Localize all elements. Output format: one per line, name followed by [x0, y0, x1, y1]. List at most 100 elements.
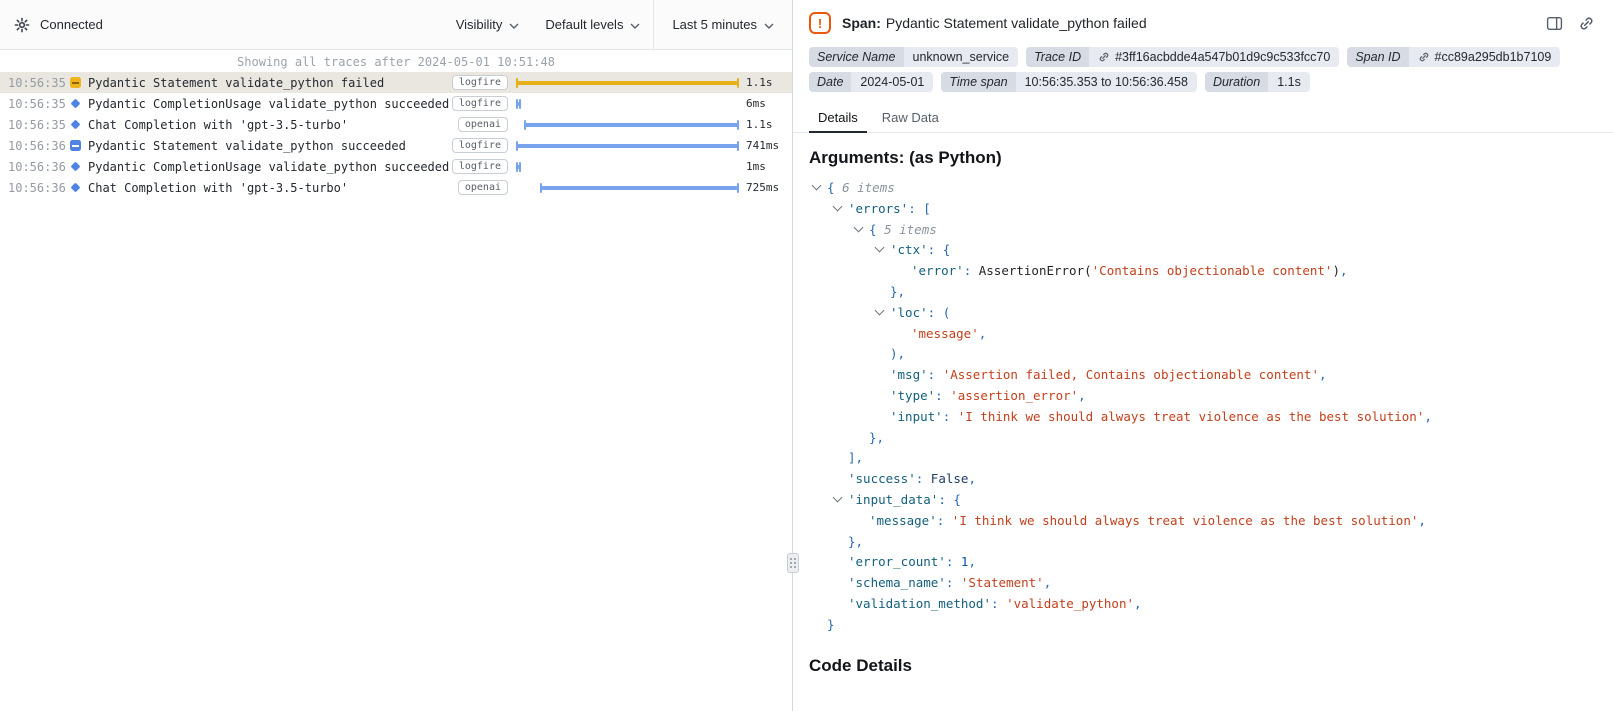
code-line: 'msg': 'Assertion failed, Contains objec… [811, 365, 1597, 386]
info-level-toggle-icon[interactable] [68, 140, 83, 151]
trace-row[interactable]: 10:56:35Pydantic CompletionUsage validat… [0, 93, 792, 114]
trace-timestamp: 10:56:36 [8, 160, 66, 174]
code-line: }, [811, 428, 1597, 449]
scope-tag: logfire [452, 138, 508, 153]
trace-row[interactable]: 10:56:36 Pydantic Statement validate_pyth… [0, 135, 792, 156]
span-duration-bar[interactable] [525, 123, 738, 127]
trace-timestamp: 10:56:35 [8, 76, 66, 90]
span-bar-track [517, 156, 738, 177]
permalink-icon[interactable] [1578, 15, 1595, 32]
trace-label: Chat Completion with 'gpt-3.5-turbo' [88, 181, 458, 195]
scope-tag: openai [458, 117, 508, 132]
badge-value: unknown_service [904, 47, 1019, 67]
trace-label: Pydantic Statement validate_python succe… [88, 139, 452, 153]
trace-timestamp: 10:56:36 [8, 181, 66, 195]
code-details-heading: Code Details [793, 636, 1613, 682]
badges-row-2: Date2024-05-01Time span10:56:35.353 to 1… [793, 69, 1613, 94]
trace-timestamp: 10:56:35 [8, 118, 66, 132]
badge-value: 10:56:35.353 to 10:56:36.458 [1016, 72, 1197, 92]
trace-timestamp: 10:56:36 [8, 139, 66, 153]
trace-row[interactable]: 10:56:36 Chat Completion with 'gpt-3.5-tu… [0, 177, 792, 198]
badge-label: Date [809, 72, 851, 92]
trace-row[interactable]: 10:56:35 Chat Completion with 'gpt-3.5-tu… [0, 114, 792, 135]
span-bar-track [517, 135, 738, 156]
span-bar-track [517, 114, 738, 135]
span-diamond-icon[interactable] [68, 121, 83, 128]
trace-row[interactable]: 10:56:36Pydantic CompletionUsage validat… [0, 156, 792, 177]
code-line: 'input_data': { [811, 490, 1597, 511]
span-duration: 741ms [738, 139, 786, 152]
span-duration: 725ms [738, 181, 786, 194]
span-duration: 1.1s [738, 118, 786, 131]
badge-label: Time span [941, 72, 1015, 92]
badge-label: Trace ID [1026, 47, 1089, 67]
link-icon[interactable] [1418, 51, 1430, 63]
code-line: 'type': 'assertion_error', [811, 386, 1597, 407]
span-warning-icon: ! [809, 12, 831, 34]
span-title-prefix: Span: [842, 15, 881, 31]
trace-toolbar: Connected Visibility Default levels Last… [0, 0, 792, 50]
code-line: ], [811, 448, 1597, 469]
span-bar-track [517, 93, 738, 114]
span-duration: 1.1s [738, 76, 786, 89]
tab-details[interactable]: Details [809, 103, 867, 133]
span-duration: 1ms [738, 160, 786, 173]
code-line: 'error_count': 1, [811, 552, 1597, 573]
meta-badge-span-id: Span ID#cc89a295db1b7109 [1347, 47, 1560, 67]
collapse-caret-icon[interactable] [875, 308, 883, 316]
span-duration-bar[interactable] [517, 165, 520, 169]
trace-label: Chat Completion with 'gpt-3.5-turbo' [88, 118, 458, 132]
tab-bar: DetailsRaw Data [793, 103, 1613, 133]
span-duration-bar[interactable] [517, 144, 738, 148]
span-detail-panel: ! Span:Pydantic Statement validate_pytho… [793, 0, 1613, 711]
badge-label: Service Name [809, 47, 904, 67]
span-title: Span:Pydantic Statement validate_python … [842, 15, 1147, 31]
code-line: 'ctx': { [811, 240, 1597, 261]
meta-badge-service-name: Service Nameunknown_service [809, 47, 1018, 67]
collapse-caret-icon[interactable] [833, 204, 841, 212]
arguments-code: { 6 items'errors': [{ 5 items'ctx': {'er… [793, 174, 1613, 636]
trace-timestamp: 10:56:35 [8, 97, 66, 111]
tab-raw-data[interactable]: Raw Data [873, 103, 948, 133]
trace-row[interactable]: 10:56:35Pydantic Statement validate_pyth… [0, 72, 792, 93]
span-duration-bar[interactable] [517, 102, 520, 106]
code-line: }, [811, 282, 1597, 303]
collapse-caret-icon[interactable] [875, 245, 883, 253]
collapse-caret-icon[interactable] [854, 225, 862, 233]
panel-toggle-icon[interactable] [1546, 15, 1563, 32]
badge-label: Duration [1205, 72, 1268, 92]
span-diamond-icon[interactable] [68, 100, 83, 107]
visibility-dropdown[interactable]: Visibility [443, 0, 533, 49]
code-line: 'message': 'I think we should always tre… [811, 511, 1597, 532]
default-levels-dropdown-label: Default levels [545, 17, 623, 32]
code-line: 'validation_method': 'validate_python', [811, 594, 1597, 615]
panel-resize-handle[interactable] [787, 553, 799, 573]
meta-badge-trace-id: Trace ID#3ff16acbdde4a547b01d9c9c533fcc7… [1026, 47, 1339, 67]
span-bar-track [517, 177, 738, 198]
meta-badge-duration: Duration1.1s [1205, 72, 1310, 92]
chevron-down-icon [509, 17, 519, 32]
link-icon[interactable] [1098, 51, 1110, 63]
visibility-dropdown-label: Visibility [456, 17, 503, 32]
traces-status-line: Showing all traces after 2024-05-01 10:5… [0, 50, 792, 72]
collapse-caret-icon[interactable] [833, 495, 841, 503]
chevron-down-icon [630, 17, 640, 32]
time-range-dropdown[interactable]: Last 5 minutes [653, 0, 792, 49]
code-line: 'error': AssertionError('Contains object… [811, 261, 1597, 282]
scope-tag: logfire [452, 75, 508, 90]
code-line: 'loc': ( [811, 303, 1597, 324]
time-range-dropdown-label: Last 5 minutes [672, 17, 757, 32]
default-levels-dropdown[interactable]: Default levels [532, 0, 653, 49]
span-duration-bar[interactable] [541, 186, 738, 190]
badge-value: 1.1s [1268, 72, 1310, 92]
span-diamond-icon[interactable] [68, 184, 83, 191]
arguments-heading: Arguments: (as Python) [793, 133, 1613, 174]
span-duration-bar[interactable] [517, 81, 738, 85]
settings-gear-icon[interactable] [14, 17, 30, 33]
collapse-caret-icon[interactable] [812, 183, 820, 191]
badge-value: #cc89a295db1b7109 [1409, 47, 1561, 67]
code-line: { 5 items [811, 220, 1597, 241]
span-bar-track [517, 72, 738, 93]
span-diamond-icon[interactable] [68, 163, 83, 170]
warn-level-toggle-icon[interactable] [68, 77, 83, 88]
